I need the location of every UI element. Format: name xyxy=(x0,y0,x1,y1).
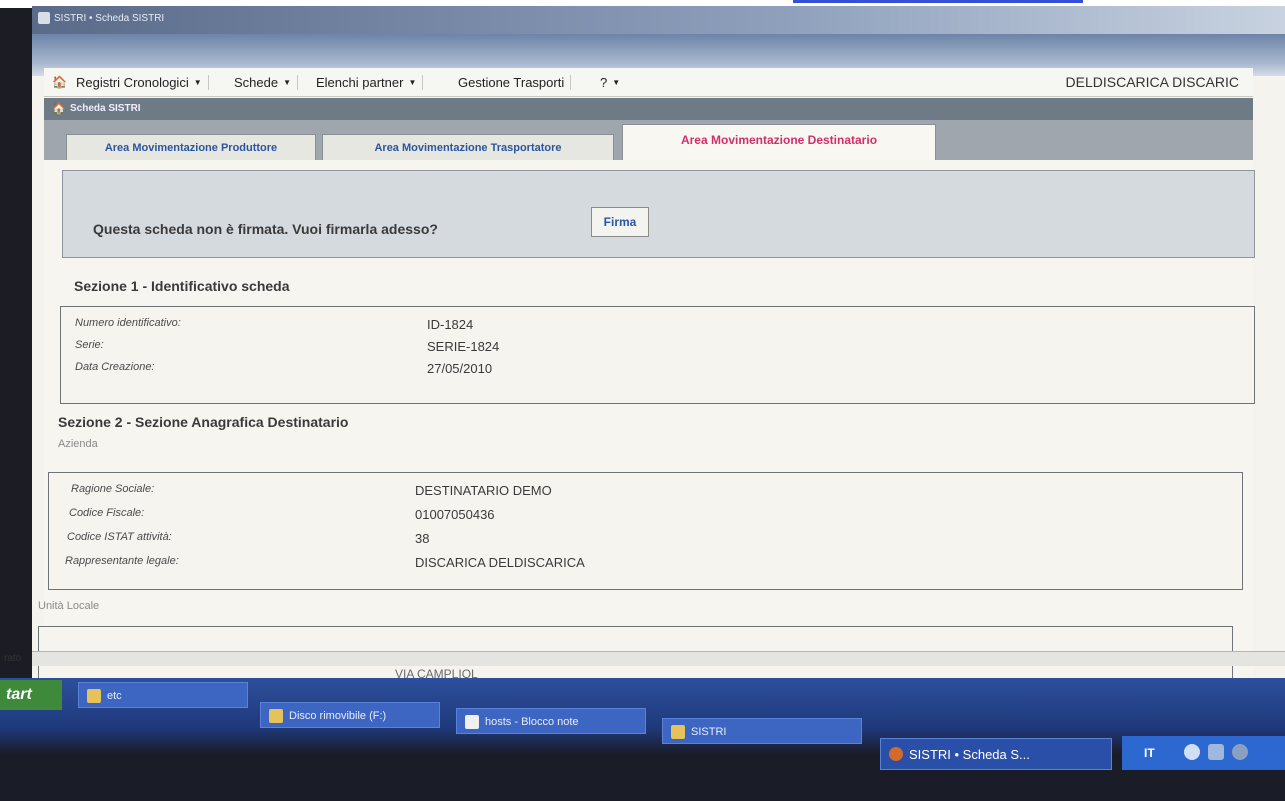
chevron-down-icon: ▼ xyxy=(408,78,417,87)
menu-registri-cronologici[interactable]: Registri Cronologici ▼ xyxy=(70,75,209,90)
task-label: etc xyxy=(107,690,122,702)
status-bar: rato xyxy=(4,651,1285,666)
field-value: SERIE-1824 xyxy=(427,339,500,354)
link-underline xyxy=(793,0,1083,3)
task-etc[interactable]: etc xyxy=(78,682,248,708)
breadcrumb-item[interactable]: Scheda SISTRI xyxy=(70,103,141,114)
field-value: 01007050436 xyxy=(415,507,495,522)
language-indicator[interactable]: IT xyxy=(1144,746,1155,760)
taskbar: tart etc Disco rimovibile (F:) hosts - B… xyxy=(0,678,1285,801)
field-row: Rappresentante legale: DISCARICA DELDISC… xyxy=(49,555,1242,575)
breadcrumb: 🏠 Scheda SISTRI xyxy=(44,98,1253,120)
sistri-icon xyxy=(671,725,685,739)
task-label: SISTRI • Scheda S... xyxy=(909,747,1030,762)
home-icon[interactable]: 🏠 xyxy=(52,75,67,89)
field-label: Rappresentante legale: xyxy=(65,555,179,567)
task-label: Disco rimovibile (F:) xyxy=(289,710,387,722)
chevron-down-icon: ▼ xyxy=(612,78,621,87)
menu-help[interactable]: ? ▼ xyxy=(594,75,626,90)
menu-label: Registri Cronologici xyxy=(76,75,189,90)
menu-label: ? xyxy=(600,75,608,90)
tab-bar: Area Movimentazione Produttore Area Movi… xyxy=(44,120,1253,161)
network-icon[interactable] xyxy=(1208,744,1224,760)
back-arrow-icon[interactable] xyxy=(1184,744,1200,760)
field-label: Codice ISTAT attività: xyxy=(67,531,172,543)
home-icon[interactable]: 🏠 xyxy=(52,102,66,115)
field-row: Codice ISTAT attività: 38 xyxy=(49,531,1242,551)
field-row: Numero identificativo: ID-1824 xyxy=(61,317,1254,337)
notepad-icon xyxy=(465,715,479,729)
section1-box: Numero identificativo: ID-1824 Serie: SE… xyxy=(60,306,1255,404)
task-sistri[interactable]: SISTRI xyxy=(662,718,862,744)
tab-trasportatore[interactable]: Area Movimentazione Trasportatore xyxy=(322,134,614,161)
title-bar: SISTRI • Scheda SISTRI xyxy=(32,6,1285,34)
chevron-down-icon: ▼ xyxy=(193,78,202,87)
menu-label: Schede xyxy=(234,75,279,90)
start-button[interactable]: tart xyxy=(0,680,62,710)
field-row: Serie: SERIE-1824 xyxy=(61,339,1254,359)
field-value: 27/05/2010 xyxy=(427,361,493,376)
section1-title: Sezione 1 - Identificativo scheda xyxy=(74,278,290,294)
field-row: Data Creazione: 27/05/2010 xyxy=(61,361,1254,381)
unita-locale-label: Unità Locale xyxy=(38,600,100,612)
task-label: SISTRI xyxy=(691,726,727,738)
field-label: Numero identificativo: xyxy=(75,317,181,329)
firma-button[interactable]: Firma xyxy=(591,207,649,237)
user-name: DELDISCARICA DISCARIC xyxy=(1065,74,1239,90)
menu-schede[interactable]: Schede ▼ xyxy=(228,75,299,90)
menu-label: Elenchi partner xyxy=(316,75,404,90)
system-tray: IT xyxy=(1122,736,1285,770)
menu-label: Gestione Trasporti xyxy=(458,75,565,90)
task-hosts-notepad[interactable]: hosts - Blocco note xyxy=(456,708,646,734)
main-menubar: 🏠 Registri Cronologici ▼ Schede ▼ Elenchi … xyxy=(44,68,1253,97)
app-icon xyxy=(38,12,50,24)
tab-produttore[interactable]: Area Movimentazione Produttore xyxy=(66,134,316,161)
menu-gestione-trasporti[interactable]: Gestione Trasporti xyxy=(452,75,572,90)
field-value: 38 xyxy=(415,531,430,546)
status-text: rato xyxy=(4,653,22,664)
field-label: Data Creazione: xyxy=(75,361,155,373)
task-sistri-scheda[interactable]: SISTRI • Scheda S... xyxy=(880,738,1112,770)
browser-icon xyxy=(889,747,903,761)
field-label: Codice Fiscale: xyxy=(69,507,145,519)
sign-prompt-message: Questa scheda non è firmata. Vuoi firmar… xyxy=(93,221,438,237)
tab-destinatario[interactable]: Area Movimentazione Destinatario xyxy=(622,124,936,161)
sign-prompt-box: Questa scheda non è firmata. Vuoi firmar… xyxy=(62,170,1255,258)
field-row: Ragione Sociale: DESTINATARIO DEMO xyxy=(49,483,1242,503)
field-label: Serie: xyxy=(75,339,104,351)
section2-title: Sezione 2 - Sezione Anagrafica Destinata… xyxy=(58,414,349,430)
menu-elenchi-partner[interactable]: Elenchi partner ▼ xyxy=(310,75,424,90)
task-label: hosts - Blocco note xyxy=(485,716,579,728)
main-content: Questa scheda non è firmata. Vuoi firmar… xyxy=(38,160,1255,760)
task-disco-rimovibile[interactable]: Disco rimovibile (F:) xyxy=(260,702,440,728)
drive-icon xyxy=(269,709,283,723)
azienda-label: Azienda xyxy=(58,438,98,450)
section2-box: Ragione Sociale: DESTINATARIO DEMO Codic… xyxy=(48,472,1243,590)
field-row: Codice Fiscale: 01007050436 xyxy=(49,507,1242,527)
field-value: DISCARICA DELDISCARICA xyxy=(415,555,585,570)
folder-icon xyxy=(87,689,101,703)
chevron-down-icon: ▼ xyxy=(283,78,292,87)
field-value: ID-1824 xyxy=(427,317,474,332)
tray-icon[interactable] xyxy=(1232,744,1248,760)
window-title: SISTRI • Scheda SISTRI xyxy=(54,13,165,24)
field-value: DESTINATARIO DEMO xyxy=(415,483,552,498)
field-label: Ragione Sociale: xyxy=(71,483,155,495)
